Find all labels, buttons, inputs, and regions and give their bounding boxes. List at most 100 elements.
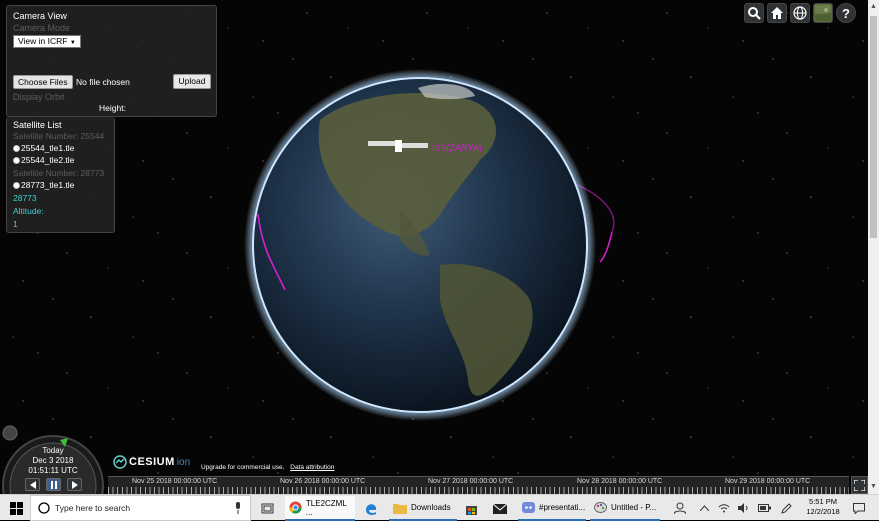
taskbar-app-store[interactable] <box>461 496 485 521</box>
help-icon: ? <box>842 5 850 21</box>
discord-icon <box>522 502 535 513</box>
help-button[interactable]: ? <box>836 3 856 23</box>
satellite-list-title: Satellite List <box>13 120 62 130</box>
pen-workspace-button[interactable] <box>778 495 794 521</box>
geocoder-search-button[interactable] <box>744 3 764 23</box>
scene-mode-button[interactable] <box>790 3 810 23</box>
taskbar-app-mail[interactable] <box>489 496 513 521</box>
scroll-down-icon[interactable]: ▼ <box>870 483 877 491</box>
camera-panel: Camera View Camera Mode View in ICRF ▼ C… <box>6 5 217 117</box>
chrome-icon <box>289 501 302 514</box>
radio-icon[interactable] <box>13 156 20 164</box>
scroll-up-icon[interactable]: ▲ <box>870 3 877 11</box>
cesium-logo[interactable]: CESIUM ion <box>113 455 190 469</box>
satellite-file-option[interactable]: 25544_tle1.tle <box>13 143 74 153</box>
animation-day: Today <box>42 446 64 455</box>
play-icon <box>71 480 78 489</box>
satellite-group-header: Satellite Number: 28773 <box>13 168 105 178</box>
satellite-file-label: 25544_tle1.tle <box>21 143 75 153</box>
timeline[interactable]: Nov 25 2018 00:00:00 UTC Nov 26 2018 00:… <box>108 476 849 494</box>
taskbar-clock[interactable]: 5:51 PM 12/2/2018 <box>799 497 847 517</box>
wifi-icon <box>718 504 730 513</box>
satellite-file-option[interactable]: 28773_tle1.tle <box>13 180 74 190</box>
radio-icon[interactable] <box>13 144 20 152</box>
mail-icon <box>493 503 507 514</box>
microphone-icon[interactable] <box>234 502 242 514</box>
fullscreen-icon <box>854 479 865 491</box>
tray-chevron-button[interactable] <box>697 495 711 521</box>
upload-button[interactable]: Upload <box>173 74 211 89</box>
people-button[interactable] <box>672 495 688 521</box>
people-icon <box>674 502 686 514</box>
camera-mode-ghost: Camera Mode <box>13 23 71 33</box>
taskbar-app-downloads[interactable]: Downloads <box>389 496 457 521</box>
no-file-text: No file chosen <box>76 77 130 87</box>
pause-button[interactable] <box>46 478 61 491</box>
radio-icon[interactable] <box>13 181 20 189</box>
edge-icon <box>366 503 377 515</box>
base-layer-picker-button[interactable] <box>813 3 833 23</box>
home-icon <box>771 7 783 19</box>
home-button[interactable] <box>767 3 787 23</box>
task-view-button[interactable] <box>258 495 276 521</box>
altitude-value: 1 <box>13 219 18 229</box>
ion-logo-text: ion <box>176 456 191 468</box>
timeline-ticks <box>108 487 849 494</box>
cesium-logo-icon <box>113 455 127 469</box>
search-icon <box>748 7 761 20</box>
search-placeholder: Type here to search <box>55 503 131 513</box>
display-orbit-ghost: Display Orbit <box>13 92 65 102</box>
timeline-label: Nov 28 2018 00:00:00 UTC <box>577 478 663 485</box>
camera-view-title: Camera View <box>13 11 67 21</box>
animation-time: 01:51:11 UTC <box>28 466 78 475</box>
timeline-label: Nov 29 2018 00:00:00 UTC <box>725 478 811 485</box>
data-attribution-link[interactable]: Data attribution <box>290 464 334 471</box>
choose-files-button[interactable]: Choose Files <box>13 75 73 89</box>
animation-date-readout: Today Dec 3 2018 01:51:11 UTC <box>22 446 84 476</box>
windows-logo-icon <box>9 501 23 515</box>
taskbar-app-paint[interactable]: Untitled - P... <box>590 496 660 521</box>
camera-view-select[interactable]: View in ICRF ▼ <box>13 35 81 48</box>
clock-date: 12/2/2018 <box>806 507 840 516</box>
taskbar-search-box[interactable]: Type here to search <box>30 495 251 521</box>
taskbar-app-discord[interactable]: #presentati... <box>518 496 586 521</box>
fullscreen-button[interactable] <box>851 476 868 494</box>
search-icon <box>38 502 50 514</box>
animation-date: Dec 3 2018 <box>32 456 74 465</box>
battery-icon <box>757 504 771 512</box>
volume-icon <box>738 503 748 513</box>
timeline-label: Nov 25 2018 00:00:00 UTC <box>132 478 218 485</box>
play-reverse-button[interactable] <box>25 478 40 491</box>
page-scrollbar[interactable]: ▲ ▼ <box>868 0 879 494</box>
satellite-list-panel: Satellite List Satellite Number: 25544 2… <box>6 117 115 233</box>
scrollbar-thumb[interactable] <box>870 16 877 238</box>
altitude-label: Altitude: <box>13 206 44 216</box>
credit-line: Upgrade for commercial use. Data attribu… <box>201 464 334 471</box>
taskbar-app-label: Untitled - P... <box>611 503 657 512</box>
camera-select-value: View in ICRF <box>18 36 68 46</box>
play-forward-button[interactable] <box>67 478 82 491</box>
action-center-button[interactable] <box>850 495 868 521</box>
start-button[interactable] <box>8 495 24 521</box>
cesium-viewer[interactable]: ISS(ZARYA) Camera View Camera Mode View … <box>0 0 868 494</box>
chevron-down-icon: ▼ <box>69 40 76 46</box>
folder-icon <box>393 503 407 514</box>
satellite-file-option[interactable]: 25544_tle2.tle <box>13 155 74 165</box>
satellite-file-label: 25544_tle2.tle <box>21 155 75 165</box>
imagery-icon <box>815 5 831 21</box>
battery-button[interactable] <box>756 495 772 521</box>
clock-icon <box>2 425 18 441</box>
store-icon <box>466 506 477 515</box>
task-view-icon <box>261 503 273 513</box>
paint-icon <box>594 502 607 513</box>
cesium-logo-text: CESIUM <box>129 456 175 468</box>
satellite-group-header: Satellite Number: 25544 <box>13 131 105 141</box>
taskbar-app-edge[interactable] <box>360 496 386 521</box>
chevron-up-icon <box>699 505 709 511</box>
satellite-label: ISS(ZARYA) <box>432 143 482 153</box>
wifi-button[interactable] <box>716 495 732 521</box>
height-label: Height: <box>99 103 126 113</box>
volume-button[interactable] <box>736 495 752 521</box>
notification-icon <box>853 502 865 514</box>
taskbar-app-chrome[interactable]: TLE2CZML ... <box>285 496 355 521</box>
